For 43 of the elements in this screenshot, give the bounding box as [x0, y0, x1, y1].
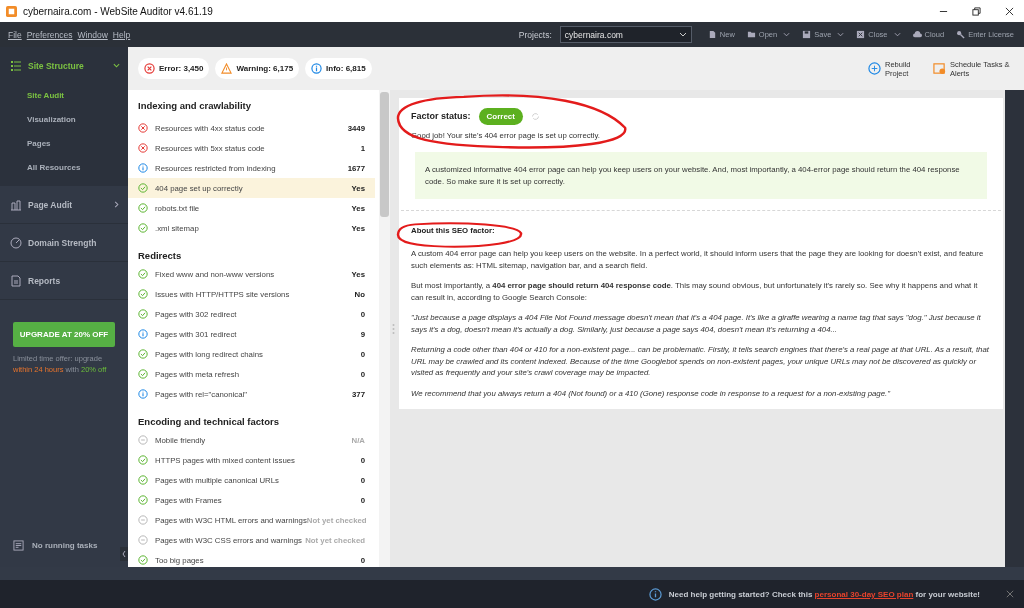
menu-item[interactable]: File: [8, 29, 22, 40]
chart-icon: [10, 198, 22, 211]
issue-count-badge[interactable]: Info: 6,815: [305, 58, 372, 79]
calendar-icon: [933, 62, 946, 75]
sidebar-subitem[interactable]: Pages: [0, 132, 128, 156]
status-pill: Correct: [478, 107, 523, 125]
sidebar-subitem[interactable]: Site Audit: [0, 84, 128, 108]
restore-icon[interactable]: [972, 6, 981, 16]
menu-item[interactable]: Window: [77, 29, 108, 40]
sidebar-item[interactable]: Site Structure: [0, 47, 128, 84]
close-icon[interactable]: [1005, 6, 1014, 16]
info-icon: [648, 587, 662, 601]
menu-item[interactable]: Preferences: [26, 29, 73, 40]
issue-count-badge[interactable]: Error: 3,450: [138, 58, 210, 79]
menu-item[interactable]: Help: [112, 29, 131, 40]
section-heading: Encoding and technical factors: [137, 415, 280, 429]
window-title: cybernaira.com - WebSite Auditor v4.61.19: [23, 5, 213, 17]
sidebar-subitem[interactable]: All Resources: [0, 156, 128, 180]
issue-count-badge[interactable]: Warning: 6,175: [215, 58, 300, 79]
tasks-icon: [13, 540, 24, 551]
factor-status-label: Factor status:: [411, 111, 471, 121]
splitter-handle-icon[interactable]: [392, 322, 395, 335]
tasks-status: No running tasks: [32, 541, 98, 550]
app-logo-icon: [6, 5, 17, 17]
seo-plan-link[interactable]: personal 30-day SEO plan: [814, 589, 914, 599]
scrollbar-thumb[interactable]: [380, 92, 389, 217]
help-notice: Need help getting started? Check this personal 30-day SEO plan for your website!: [668, 589, 980, 599]
collapse-handle-icon[interactable]: [120, 547, 128, 561]
add-circle-icon: [868, 62, 881, 75]
document-icon: [707, 30, 717, 39]
project-dropdown[interactable]: cybernaira.com: [559, 26, 692, 43]
key-icon: [956, 30, 966, 39]
list-icon: [10, 59, 22, 72]
projects-label: Projects:: [518, 29, 552, 40]
folder-icon: [746, 30, 756, 39]
section-heading: Redirects: [137, 249, 183, 263]
section-heading: Indexing and crawlability: [137, 99, 252, 113]
close-icon: [856, 30, 866, 39]
gauge-icon: [10, 236, 22, 249]
dropdown-caret-icon: [678, 32, 687, 37]
document-icon: [10, 274, 22, 287]
cloud-icon: [912, 30, 922, 39]
sidebar-subitem[interactable]: Visualization: [0, 108, 128, 132]
